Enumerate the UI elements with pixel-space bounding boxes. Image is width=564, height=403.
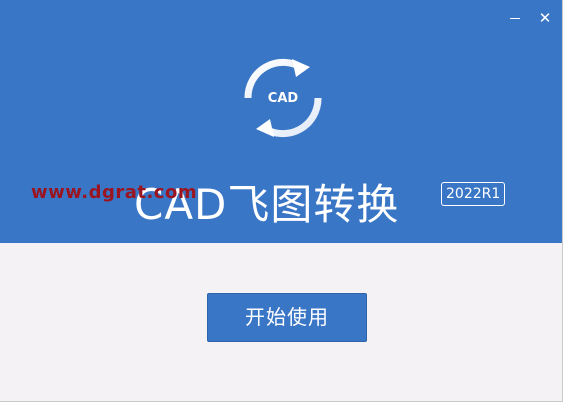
minimize-icon: [510, 18, 520, 19]
app-logo: CAD: [240, 53, 326, 143]
app-window: ✕ CAD CAD飞图转换 2022R1 www.dgrat.com 开始使用: [0, 0, 563, 402]
minimize-button[interactable]: [504, 8, 526, 28]
logo-text: CAD: [268, 91, 299, 106]
watermark-text: www.dgrat.com: [31, 182, 198, 203]
close-icon: ✕: [538, 9, 552, 27]
header-banner: ✕ CAD CAD飞图转换 2022R1 www.dgrat.com: [0, 0, 562, 243]
version-badge: 2022R1: [441, 182, 506, 206]
sync-arrows-icon: CAD: [244, 58, 322, 138]
close-button[interactable]: ✕: [534, 8, 556, 28]
start-button[interactable]: 开始使用: [207, 293, 367, 342]
